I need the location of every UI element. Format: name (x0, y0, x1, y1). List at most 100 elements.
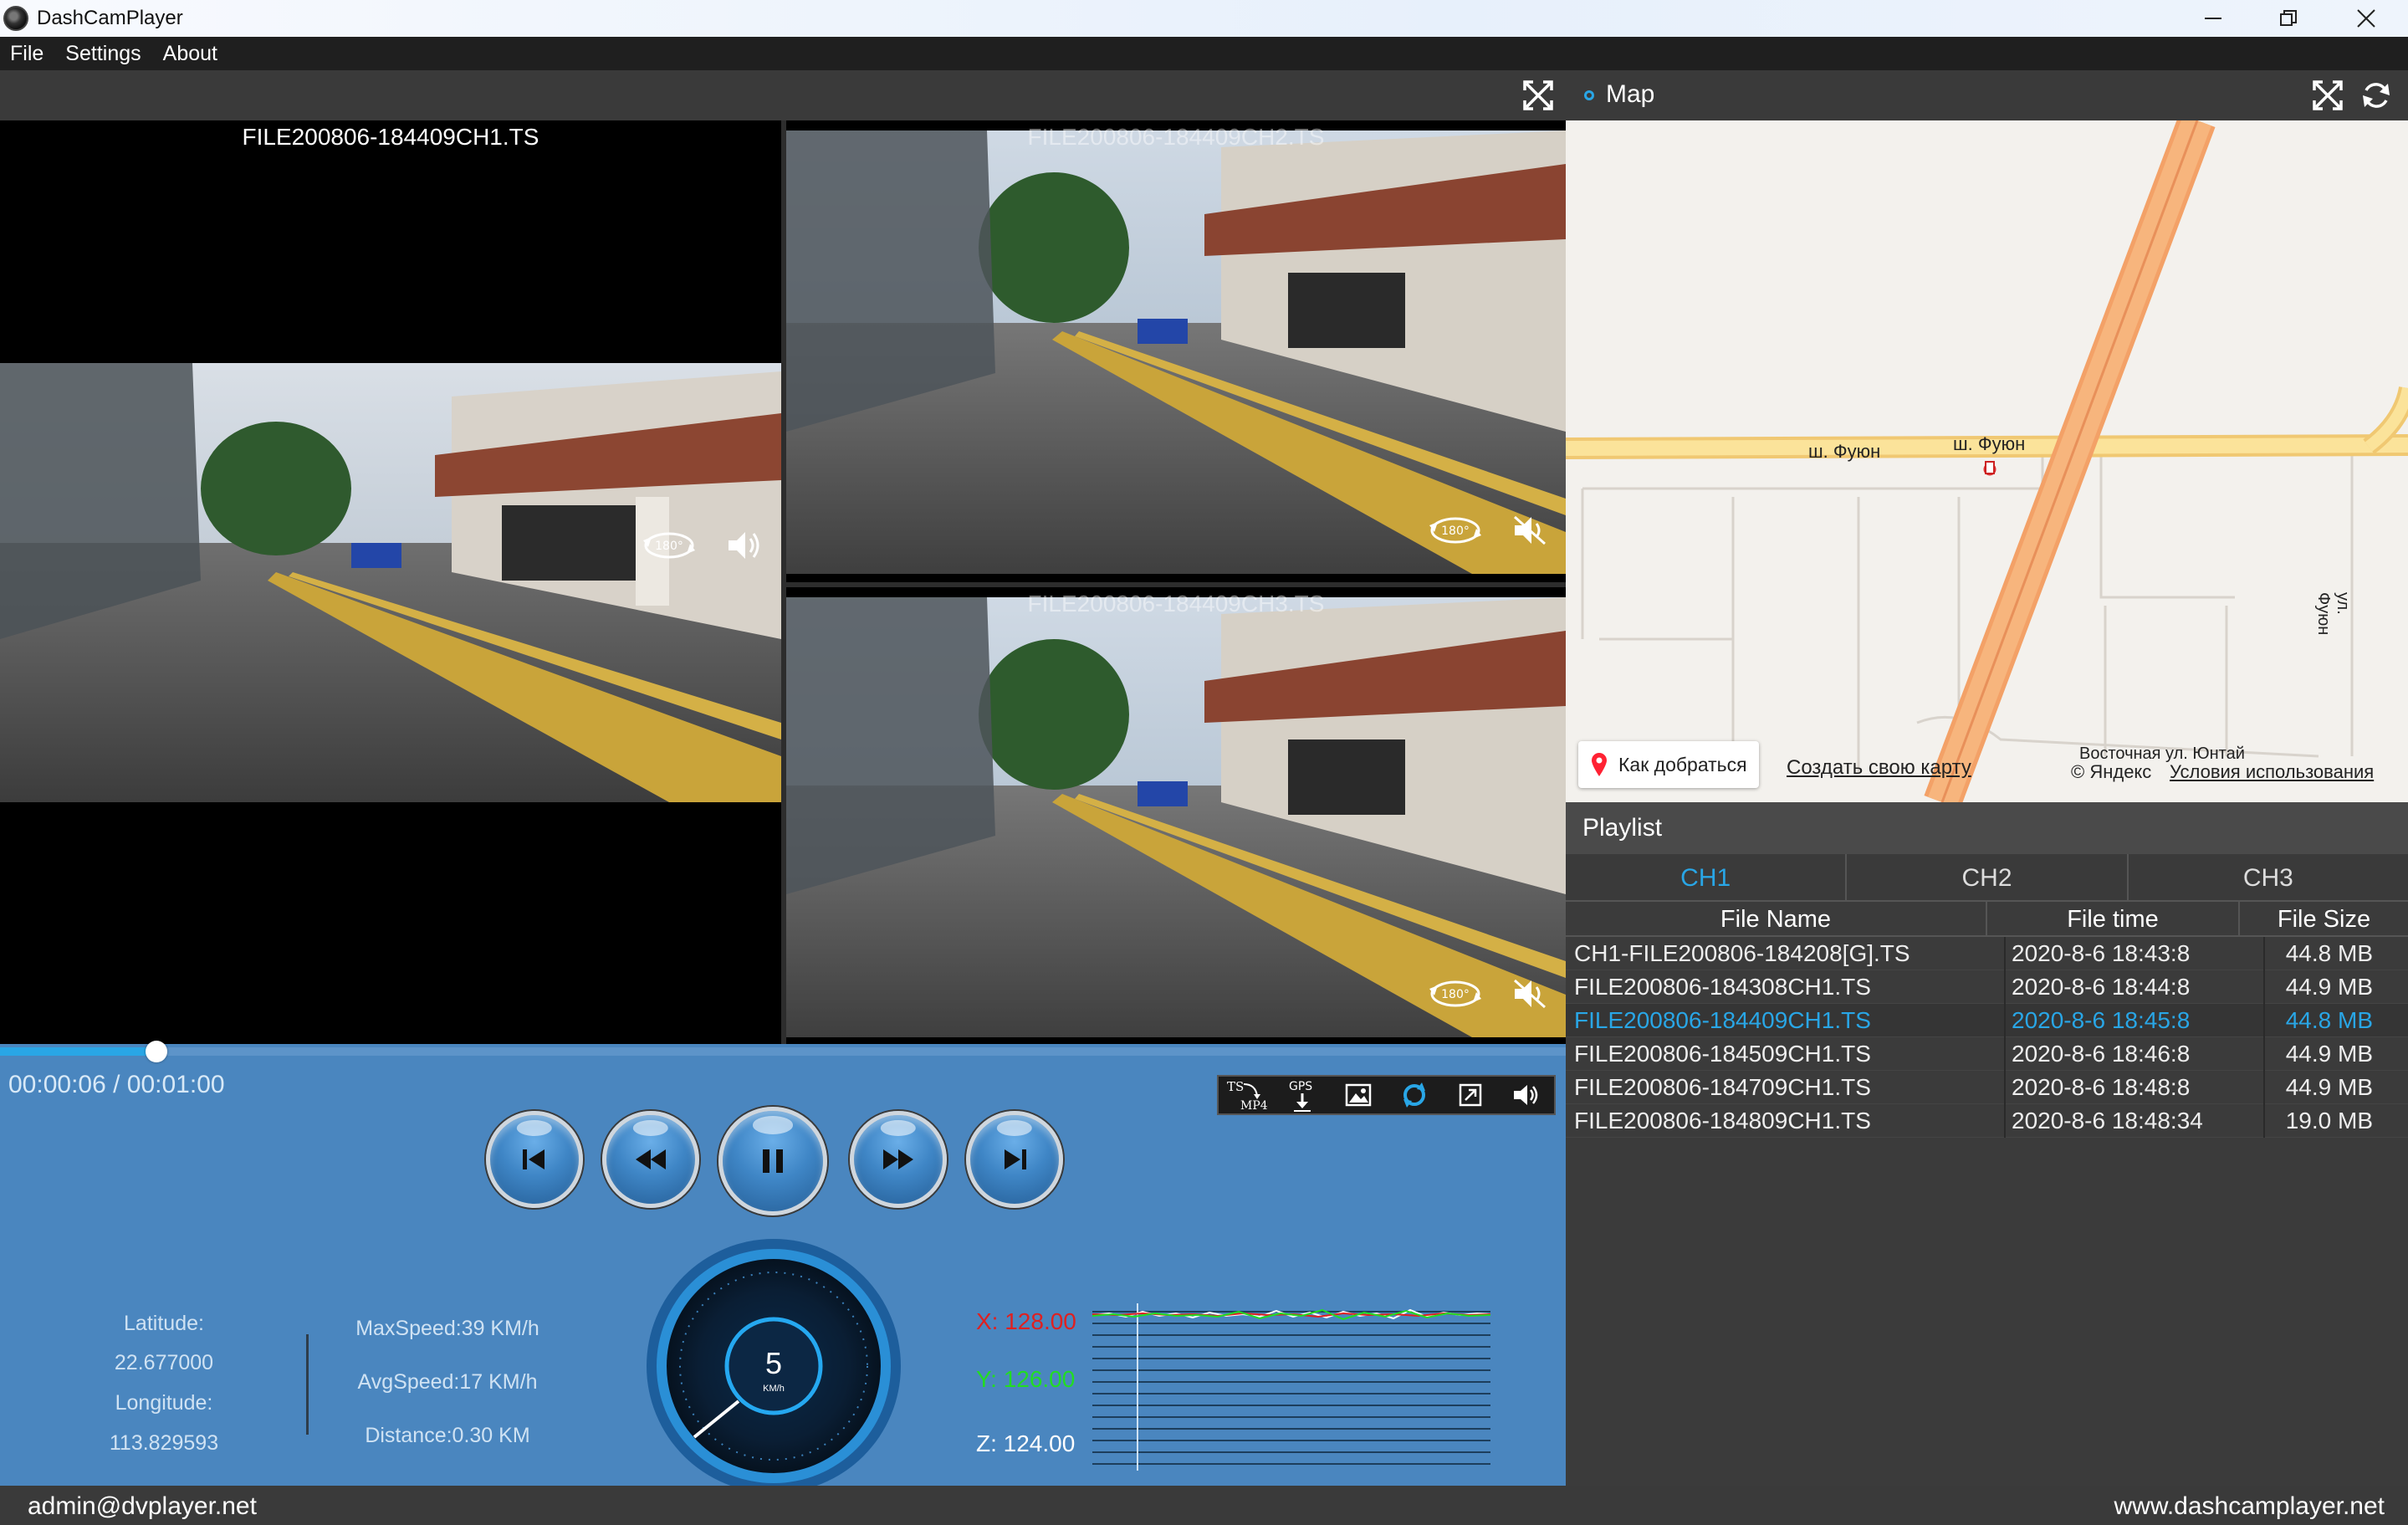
menu-settings[interactable]: Settings (65, 42, 141, 66)
playlist-row[interactable]: FILE200806-184308CH1.TS 2020-8-6 18:44:8… (1566, 970, 2408, 1004)
restore-button[interactable] (2251, 0, 2326, 37)
playlist-row-selected[interactable]: FILE200806-184409CH1.TS 2020-8-6 18:45:8… (1566, 1004, 2408, 1037)
cell-divider (2004, 937, 2006, 970)
file-name: FILE200806-184308CH1.TS (1574, 974, 1871, 1000)
playlist-title: Playlist (1582, 814, 1663, 842)
file-name: CH1-FILE200806-184208[G].TS (1574, 940, 1910, 966)
restore-icon (2280, 10, 2297, 26)
pause-icon (763, 1149, 783, 1173)
file-name: FILE200806-184809CH1.TS (1574, 1108, 1871, 1134)
file-time: 2020-8-6 18:46:8 (2012, 1041, 2191, 1067)
terms-link[interactable]: Условия использования (2170, 761, 2374, 783)
app-logo-icon (3, 6, 28, 31)
create-map-link[interactable]: Создать свою карту (1787, 756, 1971, 780)
speedometer: 5 KM/h (644, 1236, 903, 1493)
muted-speaker-icon (1514, 515, 1546, 545)
cell-divider (2263, 970, 2265, 1004)
file-name: FILE200806-184509CH1.TS (1574, 1041, 1871, 1067)
cell-divider (2263, 1037, 2265, 1071)
playlist-table: File Name File time File Size CH1-FILE20… (1566, 902, 2408, 1486)
convert-ts-mp4-button[interactable]: TS MP4 (1223, 1077, 1270, 1113)
progress-bar[interactable] (0, 1041, 1566, 1062)
cell-divider (2004, 970, 2006, 1004)
video-fullscreen-button[interactable] (1519, 76, 1557, 115)
mute-button-ch2[interactable] (1509, 510, 1551, 550)
video-pane-ch1[interactable]: FILE200806-184409CH1.TS 180° (0, 120, 781, 1044)
distance: Distance:0.30 KM (365, 1424, 530, 1447)
video-pane-ch3[interactable]: FILE200806-184409CH3.TS 180° (786, 587, 1566, 1044)
close-button[interactable] (2329, 0, 2404, 37)
column-header-file-size[interactable]: File Size (2240, 902, 2408, 937)
route-button[interactable]: Как добраться (1578, 741, 1759, 788)
sync-icon (1403, 1082, 1425, 1108)
rotate-180-icon: 180° (1429, 980, 1481, 1007)
video-pane-ch2[interactable]: FILE200806-184409CH2.TS 180° (786, 120, 1566, 582)
rotate-180-button-ch3[interactable]: 180° (1426, 977, 1485, 1011)
video-toolbar (0, 70, 1566, 120)
snapshot-button[interactable] (1335, 1077, 1382, 1113)
cell-divider (2263, 1004, 2265, 1037)
pane-title-ch2: FILE200806-184409CH2.TS (1027, 124, 1325, 150)
menu-bar: File Settings About (0, 37, 2408, 70)
minimize-icon (2205, 18, 2221, 19)
ts-mp4-icon: TS MP4 (1227, 1079, 1268, 1113)
file-name: FILE200806-184409CH1.TS (1574, 1007, 1871, 1033)
pause-button[interactable] (718, 1107, 827, 1215)
map-view[interactable]: ш. Фуюн ш. Фуюн ул. Фуюн Восточная ул. Ю… (1566, 120, 2408, 802)
menu-about[interactable]: About (163, 42, 217, 66)
file-time: 2020-8-6 18:45:8 (2012, 1007, 2191, 1033)
playback-controls: 00:00:06 / 00:01:00 TS MP4 GPS Latitude:… (0, 1041, 1566, 1493)
file-size: 19.0 MB (2285, 1108, 2373, 1134)
file-size: 44.9 MB (2285, 1074, 2373, 1100)
playlist-row[interactable]: FILE200806-184509CH1.TS 2020-8-6 18:46:8… (1566, 1037, 2408, 1071)
map-refresh-button[interactable] (2357, 76, 2395, 115)
sync-button[interactable] (1391, 1077, 1438, 1113)
expand-icon (1523, 80, 1553, 110)
minimize-button[interactable] (2175, 0, 2251, 37)
rotate-180-button-ch1[interactable]: 180° (640, 529, 698, 562)
title-bar: DashCamPlayer (0, 0, 2408, 37)
playback-time: 00:00:06 / 00:01:00 (8, 1071, 225, 1098)
website-link[interactable]: www.dashcamplayer.net (2114, 1492, 2385, 1521)
contact-email[interactable]: admin@dvplayer.net (28, 1492, 257, 1521)
info-divider (306, 1334, 309, 1435)
max-speed: MaxSpeed:39 KM/h (355, 1317, 539, 1340)
gps-export-button[interactable]: GPS (1279, 1077, 1326, 1113)
resize-icon (1459, 1083, 1481, 1107)
speaker-icon (729, 532, 759, 559)
column-header-file-time[interactable]: File time (1987, 902, 2240, 937)
mute-button-ch3[interactable] (1509, 974, 1551, 1014)
tab-ch1[interactable]: CH1 (1566, 854, 1848, 902)
svg-text:TS: TS (1227, 1079, 1244, 1094)
fast-forward-button[interactable] (850, 1111, 947, 1208)
cell-divider (2004, 1104, 2006, 1138)
yandex-copyright: © Яндекс (2071, 761, 2152, 782)
gps-download-icon: GPS (1289, 1080, 1313, 1112)
tab-ch3[interactable]: CH3 (2128, 854, 2408, 902)
volume-button-ch1[interactable] (723, 525, 764, 565)
cell-divider (2263, 937, 2265, 970)
channel-tabs: CH1 CH2 CH3 (1566, 854, 2408, 902)
progress-handle[interactable] (146, 1041, 168, 1062)
previous-file-button[interactable] (486, 1111, 583, 1208)
gsensor-x: X: 128.00 (976, 1308, 1076, 1334)
map-title: Map (1606, 80, 1655, 108)
master-volume-button[interactable] (1503, 1077, 1550, 1113)
column-header-file-name[interactable]: File Name (1566, 902, 1987, 937)
zoom-button[interactable] (1447, 1077, 1494, 1113)
menu-file[interactable]: File (10, 42, 43, 66)
gsensor-y: Y: 126.00 (976, 1366, 1076, 1392)
tab-ch2[interactable]: CH2 (1847, 854, 2129, 902)
speed-unit: KM/h (763, 1384, 785, 1394)
next-file-button[interactable] (966, 1111, 1063, 1208)
gsensor-graph (1092, 1303, 1491, 1471)
file-size: 44.9 MB (2285, 1041, 2373, 1067)
playlist-row[interactable]: FILE200806-184809CH1.TS 2020-8-6 18:48:3… (1566, 1104, 2408, 1138)
rewind-button[interactable] (602, 1111, 699, 1208)
map-fullscreen-button[interactable] (2308, 76, 2347, 115)
cell-divider (2004, 1004, 2006, 1037)
skip-next-icon (1005, 1149, 1026, 1169)
rotate-180-button-ch2[interactable]: 180° (1426, 514, 1485, 547)
playlist-row[interactable]: FILE200806-184709CH1.TS 2020-8-6 18:48:8… (1566, 1071, 2408, 1104)
playlist-row[interactable]: CH1-FILE200806-184208[G].TS 2020-8-6 18:… (1566, 937, 2408, 970)
